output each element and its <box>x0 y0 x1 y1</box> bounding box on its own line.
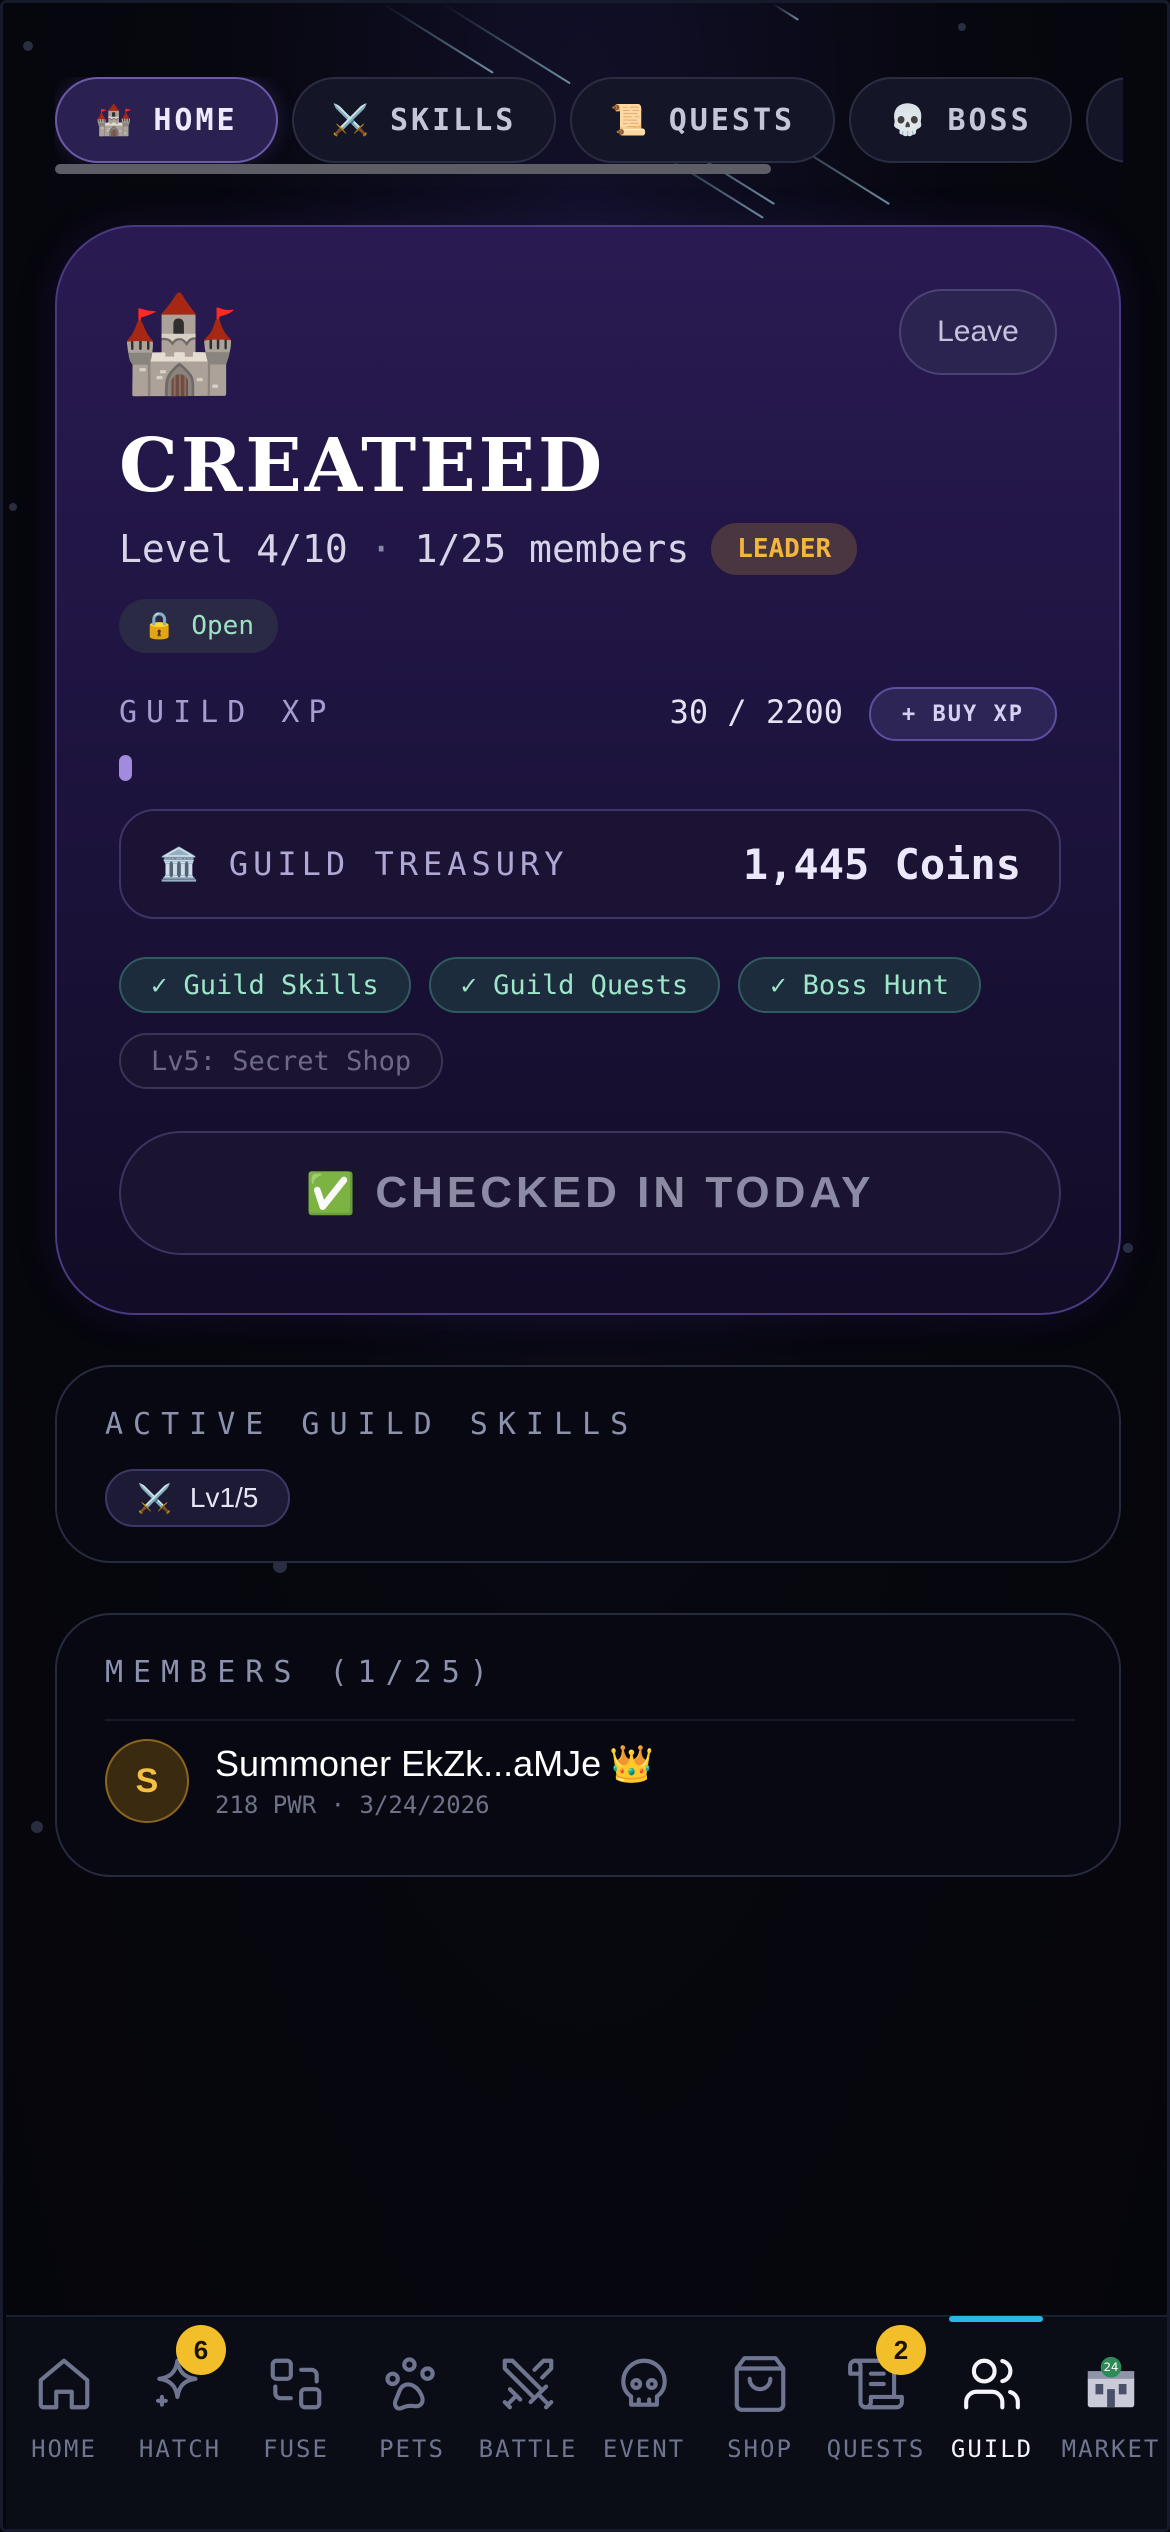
lock-icon: 🔒 <box>143 611 176 641</box>
crown-icon: 👑 <box>609 1743 654 1784</box>
guild-name: CREATEED <box>119 423 606 509</box>
tab-scrollbar[interactable] <box>55 164 771 174</box>
star-dot <box>958 23 966 31</box>
bag-icon <box>734 2356 786 2412</box>
tab-label: BOSS <box>947 102 1032 138</box>
paw-icon <box>385 2357 435 2411</box>
guild-level-line: Level 4/10 · 1/25 members LEADER <box>119 523 858 575</box>
swords-icon <box>502 2358 554 2410</box>
feature-chip: ✓ Guild Quests <box>428 957 721 1013</box>
section-title: MEMBERS (1/25) <box>105 1655 498 1690</box>
market-icon: 24 <box>1087 2356 1135 2408</box>
member-name: Summoner EkZk...aMJe <box>215 1743 602 1784</box>
nav-label: SHOP <box>727 2435 793 2463</box>
feature-chip: ✓ Boss Hunt <box>738 957 981 1013</box>
active-nav-indicator <box>949 2316 1043 2322</box>
swords-icon: ⚔️ <box>331 102 372 138</box>
nav-hatch[interactable]: HATCH <box>122 2353 238 2463</box>
nav-pets[interactable]: PETS <box>354 2353 470 2463</box>
tab-skills[interactable]: ⚔️ SKILLS <box>291 77 557 163</box>
app-frame: 🏰 HOME ⚔️ SKILLS 📜 QUESTS 💀 BOSS 🛒 🏰 <box>0 0 1170 2532</box>
guild-xp-fill <box>119 755 132 781</box>
checkmark-icon: ✅ <box>305 1170 356 1217</box>
scroll-icon: 📜 <box>610 102 651 138</box>
guild-xp-bar <box>119 755 1061 781</box>
notification-badge: 2 <box>876 2325 926 2375</box>
nav-label: FUSE <box>263 2435 329 2463</box>
leave-guild-button[interactable]: Leave <box>899 289 1057 375</box>
guild-xp-label: GUILD XP <box>119 695 336 730</box>
nav-battle[interactable]: BATTLE <box>470 2353 586 2463</box>
nav-label: HOME <box>31 2435 97 2463</box>
treasury-value: 1,445 Coins <box>742 839 1021 889</box>
buy-xp-button[interactable]: + BUY XP <box>869 687 1057 741</box>
nav-market[interactable]: 24 MARKET <box>1053 2353 1167 2463</box>
star-dot <box>31 1821 43 1833</box>
nav-guild[interactable]: GUILD <box>934 2353 1050 2463</box>
avatar: S <box>105 1739 189 1823</box>
members-card: MEMBERS (1/25) S Summoner EkZk...aMJe 👑 … <box>55 1613 1121 1877</box>
tab-label: QUESTS <box>668 102 796 138</box>
fuse-icon <box>270 2358 322 2410</box>
skill-chip[interactable]: ⚔️ Lv1/5 <box>105 1469 291 1527</box>
skull-icon: 💀 <box>889 102 930 138</box>
leader-badge: LEADER <box>711 523 858 575</box>
member-row[interactable]: S Summoner EkZk...aMJe 👑 218 PWR · 3/24/… <box>105 1739 654 1823</box>
guild-card: 🏰 Leave CREATEED Level 4/10 · 1/25 membe… <box>55 225 1121 1315</box>
skill-level: Lv1/5 <box>189 1482 259 1513</box>
users-icon <box>964 2358 1020 2410</box>
tab-label: SKILLS <box>389 102 517 138</box>
nav-fuse[interactable]: FUSE <box>238 2353 354 2463</box>
feature-chip: ✓ Guild Skills <box>119 957 411 1013</box>
guild-features: ✓ Guild Skills ✓ Guild Quests ✓ Boss Hun… <box>119 957 1061 1089</box>
tab-home[interactable]: 🏰 HOME <box>55 77 278 163</box>
divider <box>105 1719 1075 1721</box>
skull-icon <box>621 2358 667 2407</box>
guild-member-count: 1/25 members <box>414 527 690 571</box>
tab-quests[interactable]: 📜 QUESTS <box>570 77 836 163</box>
guild-emblem-icon: 🏰 <box>119 287 239 399</box>
nav-label: BATTLE <box>478 2435 578 2463</box>
tab-label: HOME <box>153 102 238 138</box>
nav-label: MARKET <box>1061 2435 1161 2463</box>
home-icon <box>38 2358 90 2410</box>
member-meta: 218 PWR · 3/24/2026 <box>215 1791 490 1819</box>
top-tab-bar: 🏰 HOME ⚔️ SKILLS 📜 QUESTS 💀 BOSS 🛒 <box>55 77 1123 165</box>
checkin-label: CHECKED IN TODAY <box>375 1168 875 1217</box>
swords-icon: ⚔️ <box>137 1482 172 1514</box>
nav-label: HATCH <box>138 2435 222 2463</box>
nav-label: GUILD <box>950 2435 1034 2463</box>
nav-label: PETS <box>379 2435 445 2463</box>
guild-treasury: 🏛️ GUILD TREASURY 1,445 Coins <box>119 809 1061 919</box>
notification-badge: 6 <box>176 2325 226 2375</box>
separator: · <box>369 527 393 571</box>
tab-boss[interactable]: 💀 BOSS <box>849 77 1072 163</box>
star-dot <box>9 503 17 511</box>
active-skills-card: ACTIVE GUILD SKILLS ⚔️ Lv1/5 <box>55 1365 1121 1563</box>
feature-chip-locked: Lv5: Secret Shop <box>119 1033 444 1089</box>
nav-shop[interactable]: SHOP <box>702 2353 818 2463</box>
member-name-line: Summoner EkZk...aMJe 👑 <box>215 1743 654 1785</box>
bank-icon: 🏛️ <box>159 845 199 883</box>
checkin-button[interactable]: ✅ CHECKED IN TODAY <box>119 1131 1061 1255</box>
guild-xp-value: 30 / 2200 <box>669 693 843 731</box>
guild-level: Level 4/10 <box>119 527 348 571</box>
nav-label: QUESTS <box>826 2435 926 2463</box>
treasury-label: GUILD TREASURY <box>228 845 569 883</box>
section-title: ACTIVE GUILD SKILLS <box>105 1407 639 1442</box>
svg-text:24: 24 <box>1104 2360 1119 2374</box>
meteor-streak <box>382 3 494 74</box>
meteor-streak <box>772 3 799 21</box>
guild-status: Open <box>191 611 254 641</box>
nav-label: EVENT <box>602 2435 686 2463</box>
guild-status-badge: 🔒 Open <box>119 599 278 653</box>
nav-event[interactable]: EVENT <box>586 2353 702 2463</box>
castle-icon: 🏰 <box>95 102 136 138</box>
meteor-streak <box>442 3 571 85</box>
star-dot <box>1123 1243 1133 1253</box>
nav-home[interactable]: HOME <box>6 2353 122 2463</box>
tab-shop[interactable]: 🛒 <box>1085 77 1123 163</box>
star-dot <box>23 41 33 51</box>
